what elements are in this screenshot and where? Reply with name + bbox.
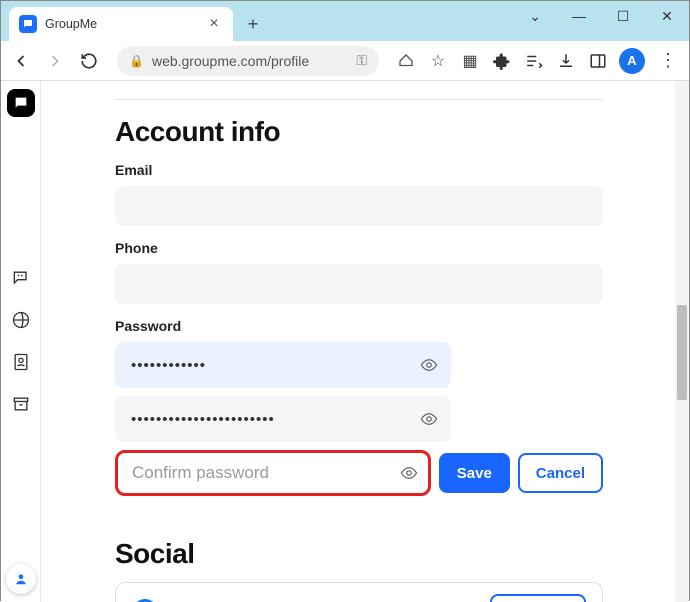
tab-title: GroupMe bbox=[45, 17, 197, 31]
phone-label: Phone bbox=[115, 240, 603, 256]
tab-close-icon[interactable]: × bbox=[205, 15, 223, 33]
downloads-icon[interactable] bbox=[555, 50, 577, 72]
password-label: Password bbox=[115, 318, 603, 334]
window-maximize-button[interactable]: ☐ bbox=[601, 1, 645, 31]
scrollbar-track[interactable] bbox=[675, 81, 689, 602]
sidebar-contacts-icon[interactable] bbox=[1, 341, 41, 383]
address-bar[interactable]: 🔒 web.groupme.com/profile ⚿ bbox=[117, 46, 379, 76]
eye-icon[interactable] bbox=[419, 409, 439, 429]
sidepanel-icon[interactable] bbox=[587, 50, 609, 72]
playlist-icon[interactable] bbox=[523, 50, 545, 72]
eye-icon[interactable] bbox=[399, 463, 419, 483]
window-minimize-button[interactable]: — bbox=[557, 1, 601, 31]
forward-button bbox=[43, 49, 67, 73]
current-password-input[interactable] bbox=[115, 342, 451, 388]
email-input[interactable] bbox=[115, 186, 603, 226]
extensions-puzzle-icon[interactable] bbox=[491, 50, 513, 72]
social-facebook-row: f Facebook Connect bbox=[115, 582, 603, 602]
groupme-logo[interactable] bbox=[7, 89, 35, 117]
window-titlebar: GroupMe × + ⌄ — ☐ ✕ bbox=[1, 1, 689, 41]
new-tab-button[interactable]: + bbox=[239, 10, 267, 38]
browser-toolbar: 🔒 web.groupme.com/profile ⚿ ☆ ▦ A ⋮ bbox=[1, 41, 689, 81]
url-text: web.groupme.com/profile bbox=[152, 53, 348, 69]
sidebar-discover-icon[interactable] bbox=[1, 299, 41, 341]
scrollbar-thumb[interactable] bbox=[677, 305, 687, 400]
sidebar-user-badge[interactable] bbox=[6, 564, 36, 594]
social-heading: Social bbox=[115, 538, 603, 570]
password-key-icon[interactable]: ⚿ bbox=[356, 52, 367, 69]
browser-tab[interactable]: GroupMe × bbox=[9, 7, 233, 41]
profile-avatar-button[interactable]: A bbox=[619, 48, 645, 74]
bookmark-star-icon[interactable]: ☆ bbox=[427, 50, 449, 72]
reload-button[interactable] bbox=[77, 49, 101, 73]
confirm-password-input[interactable] bbox=[115, 450, 431, 496]
save-button[interactable]: Save bbox=[439, 453, 510, 493]
extension-qr-icon[interactable]: ▦ bbox=[459, 50, 481, 72]
window-close-button[interactable]: ✕ bbox=[645, 1, 689, 31]
cancel-button[interactable]: Cancel bbox=[518, 453, 603, 493]
new-password-input[interactable] bbox=[115, 396, 451, 442]
account-info-heading: Account info bbox=[115, 116, 603, 148]
email-label: Email bbox=[115, 162, 603, 178]
sidebar-chats-icon[interactable] bbox=[1, 257, 41, 299]
chrome-menu-button[interactable]: ⋮ bbox=[655, 50, 681, 71]
app-sidebar bbox=[1, 81, 41, 602]
groupme-favicon bbox=[19, 15, 37, 33]
chevron-down-icon[interactable]: ⌄ bbox=[513, 1, 557, 31]
phone-input[interactable] bbox=[115, 264, 603, 304]
back-button[interactable] bbox=[9, 49, 33, 73]
lock-icon: 🔒 bbox=[129, 54, 144, 68]
sidebar-archive-icon[interactable] bbox=[1, 383, 41, 425]
share-icon[interactable] bbox=[395, 50, 417, 72]
eye-icon[interactable] bbox=[419, 355, 439, 375]
